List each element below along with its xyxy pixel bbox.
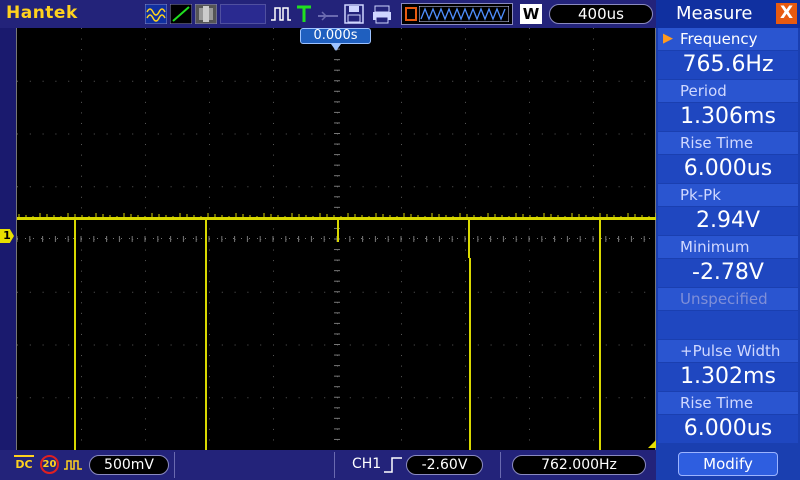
measure-item-2-label[interactable]: Period — [658, 80, 798, 102]
trigger-frequency-readout: 762.000Hz — [512, 455, 646, 475]
measure-label: Frequency — [680, 30, 758, 48]
trigger-position-marker[interactable] — [331, 44, 341, 51]
brand-logo: Hantek — [6, 3, 78, 23]
measure-item-6-label[interactable]: Unspecified — [658, 288, 798, 310]
measure-item-5-label[interactable]: Minimum — [658, 236, 798, 258]
selected-arrow-icon: ▶ — [663, 31, 673, 46]
measure-item-4-label[interactable]: Pk-Pk — [658, 184, 798, 206]
trace-pulse — [469, 258, 471, 450]
divider — [500, 452, 501, 478]
measure-item-3-label[interactable]: Rise Time — [658, 132, 798, 154]
measure-label: Unspecified — [680, 290, 768, 308]
trigger-source[interactable]: CH1 — [352, 456, 381, 472]
measure-title: Measure — [676, 3, 753, 24]
ramp-icon[interactable] — [170, 4, 192, 24]
measure-item-2-value: 1.306ms — [658, 103, 798, 131]
pulse-trigger-icon[interactable] — [270, 4, 292, 24]
measure-item-5-value: -2.78V — [658, 259, 798, 287]
divider — [334, 452, 335, 478]
run-mode-indicator[interactable]: W — [520, 4, 542, 24]
measure-panel: Measure X ▶ Frequency 765.6Hz Period 1.3… — [656, 0, 800, 480]
measure-label: Minimum — [680, 238, 750, 256]
trigger-level-readout[interactable]: -2.60V — [406, 455, 483, 475]
memory-window-marker — [405, 7, 417, 21]
measure-header: Measure X — [656, 0, 800, 28]
persistence-icon[interactable] — [195, 4, 217, 24]
measure-item-8-value: 6.000us — [658, 415, 798, 443]
top-toolbar: Hantek W 400us — [0, 0, 656, 28]
trace-pulse — [599, 218, 601, 450]
measure-item-8-label[interactable]: Rise Time — [658, 392, 798, 414]
channel-1-marker[interactable]: 1 — [0, 229, 14, 243]
rising-edge-icon[interactable] — [382, 456, 404, 474]
measure-item-6-value — [658, 311, 798, 339]
scope-display[interactable] — [16, 28, 657, 450]
measure-item-3-value: 6.000us — [658, 155, 798, 183]
waveform-icon[interactable] — [145, 4, 167, 24]
measure-label: Period — [680, 82, 727, 100]
modify-button[interactable]: Modify — [678, 452, 778, 476]
measure-label: +Pulse Width — [680, 342, 781, 360]
memory-depth-bar[interactable] — [401, 3, 513, 25]
ch1-volts-div[interactable]: 500mV — [89, 455, 169, 475]
measure-item-1-value: 765.6Hz — [658, 51, 798, 79]
measure-label: Rise Time — [680, 134, 754, 152]
coupling-label: DC — [14, 455, 34, 470]
measure-item-4-value: 2.94V — [658, 207, 798, 235]
measure-item-1-label[interactable]: ▶ Frequency — [658, 28, 798, 50]
trace-pulse — [337, 218, 339, 242]
status-slot — [220, 4, 266, 24]
ch1-trace — [17, 213, 657, 450]
measure-label: Rise Time — [680, 394, 754, 412]
close-icon[interactable]: X — [776, 3, 797, 24]
timebase-readout[interactable]: 400us — [549, 4, 653, 24]
divider — [174, 452, 175, 478]
coupling-indicator[interactable]: DC — [14, 455, 34, 475]
measure-label: Pk-Pk — [680, 186, 721, 204]
status-bar: DC 20 500mV CH1 -2.60V 762.000Hz — [0, 450, 656, 480]
bandwidth-limit-icon[interactable]: 20 — [40, 455, 59, 474]
trace-pulse — [205, 218, 207, 450]
measure-item-7-value: 1.302ms — [658, 363, 798, 391]
memory-waveform-icon — [419, 6, 509, 22]
trigger-level-marker — [648, 440, 656, 448]
printer-icon[interactable] — [372, 4, 392, 24]
autoset-icon[interactable] — [316, 4, 340, 24]
trigger-time-readout[interactable]: 0.000s — [300, 28, 371, 44]
trace-pulse — [468, 218, 470, 258]
trigger-t-icon[interactable] — [296, 4, 312, 24]
probe-icon[interactable] — [63, 458, 83, 472]
save-icon[interactable] — [344, 4, 364, 24]
trace-pulse — [74, 218, 76, 450]
measure-item-7-label[interactable]: +Pulse Width — [658, 340, 798, 362]
